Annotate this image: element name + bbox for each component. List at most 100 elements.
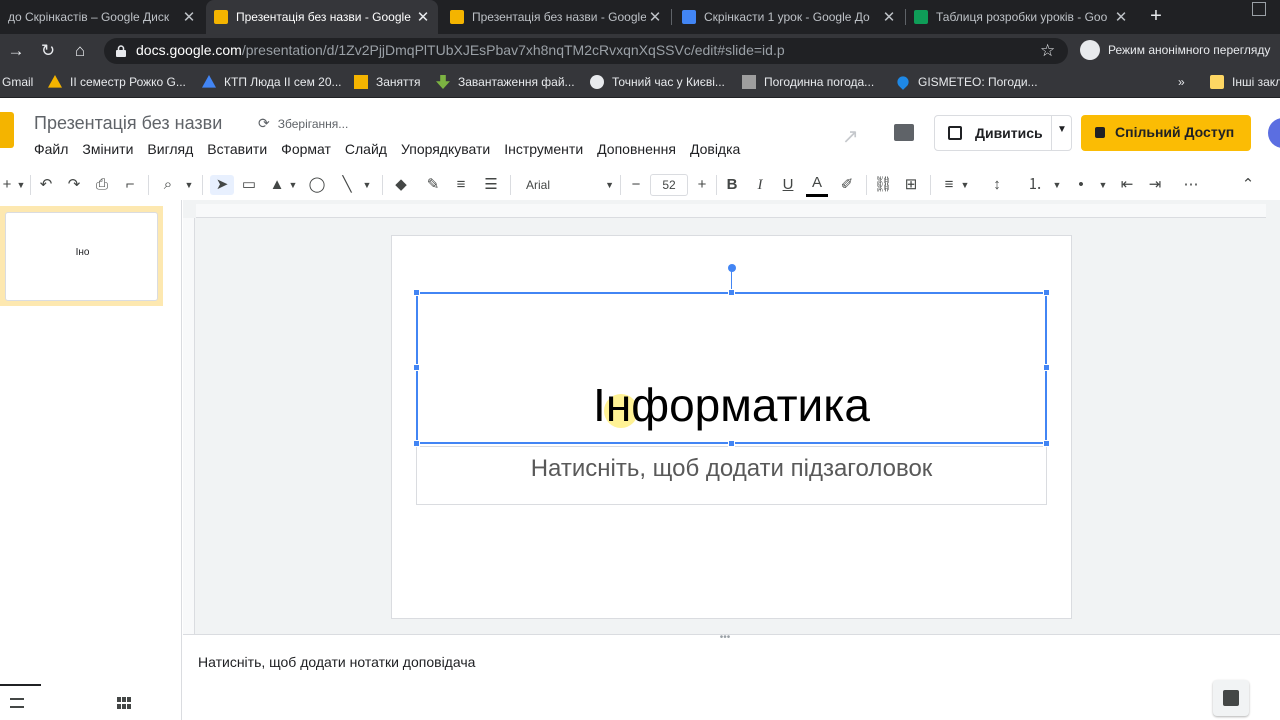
text-color-button[interactable]: A: [806, 173, 828, 193]
subtitle-placeholder[interactable]: Натисніть, щоб додати підзаголовок: [416, 455, 1047, 483]
present-button[interactable]: Дивитись ▼: [934, 115, 1072, 151]
bookmark-item[interactable]: КТП Люда ІІ сем 20...: [202, 75, 342, 89]
zoom-icon[interactable]: ⌕: [158, 175, 178, 195]
resize-handle-top-right[interactable]: [1043, 289, 1050, 296]
resize-handle-bottom-left[interactable]: [413, 440, 420, 447]
bookmarks-overflow-button[interactable]: »: [1178, 75, 1185, 89]
bookmark-star-icon[interactable]: ☆: [1040, 41, 1055, 61]
resize-handle-right[interactable]: [1043, 364, 1050, 371]
grid-view-icon[interactable]: [117, 697, 131, 709]
border-dash-icon[interactable]: ☰: [480, 175, 502, 195]
link-icon[interactable]: ⛓: [872, 175, 894, 195]
new-slide-dropdown-icon[interactable]: ▼: [16, 175, 26, 195]
undo-icon[interactable]: ↶: [36, 175, 56, 195]
speaker-notes-placeholder[interactable]: Натисніть, щоб додати нотатки доповідача: [198, 654, 475, 670]
increase-indent-icon[interactable]: ⇥: [1144, 175, 1166, 195]
url-text[interactable]: docs.google.com/presentation/d/1Zv2PjjDm…: [136, 42, 785, 58]
close-tab-icon[interactable]: ✕: [1112, 8, 1130, 26]
browser-tab-active[interactable]: Презентація без назви - Google ✕: [206, 0, 438, 34]
menu-insert[interactable]: Вставити: [207, 141, 267, 159]
highlight-color-icon[interactable]: ✐: [836, 175, 858, 195]
shape-icon[interactable]: ◯: [306, 175, 328, 195]
browser-tab[interactable]: до Скрінкастів – Google Диск ✕: [0, 0, 204, 34]
redo-icon[interactable]: ↷: [64, 175, 84, 195]
incognito-label[interactable]: Режим анонімного перегляду: [1108, 43, 1270, 57]
decrease-indent-icon[interactable]: ⇤: [1116, 175, 1138, 195]
menu-tools[interactable]: Інструменти: [504, 141, 583, 159]
horizontal-ruler[interactable]: [196, 204, 1266, 218]
new-tab-button[interactable]: +: [1144, 4, 1168, 28]
new-slide-icon[interactable]: +: [0, 175, 14, 195]
menu-slide[interactable]: Слайд: [345, 141, 387, 159]
slide-title[interactable]: Інформатика: [416, 378, 1047, 432]
select-cursor-icon[interactable]: ➤: [210, 175, 234, 195]
line-icon[interactable]: ╲: [336, 175, 358, 195]
close-tab-icon[interactable]: ✕: [880, 8, 898, 26]
browser-tab[interactable]: Скрінкасти 1 урок - Google До ✕: [674, 0, 904, 34]
menu-arrange[interactable]: Упорядкувати: [401, 141, 490, 159]
rotation-handle[interactable]: [728, 264, 736, 272]
fill-color-icon[interactable]: ◆: [390, 175, 412, 195]
align-dropdown-icon[interactable]: ▼: [960, 175, 970, 195]
line-dropdown-icon[interactable]: ▼: [362, 175, 372, 195]
menu-help[interactable]: Довідка: [690, 141, 740, 159]
explore-button[interactable]: [1213, 680, 1249, 716]
more-options-icon[interactable]: ⋯: [1180, 175, 1202, 195]
font-size-input[interactable]: 52: [650, 174, 688, 196]
bold-button[interactable]: B: [722, 175, 742, 195]
menu-addons[interactable]: Доповнення: [597, 141, 676, 159]
close-tab-icon[interactable]: ✕: [646, 8, 664, 26]
font-family-select[interactable]: Arial ▼: [520, 175, 616, 195]
print-icon[interactable]: ⎙: [92, 175, 112, 195]
resize-handle-bottom-right[interactable]: [1043, 440, 1050, 447]
menu-format[interactable]: Формат: [281, 141, 331, 159]
increase-font-size-icon[interactable]: +: [692, 175, 712, 195]
slides-logo-icon[interactable]: [0, 112, 14, 148]
underline-button[interactable]: U: [778, 175, 798, 195]
other-bookmarks-folder[interactable]: Інші закл: [1210, 75, 1280, 89]
filmstrip-view-icon[interactable]: [10, 698, 24, 708]
bulleted-list-dropdown-icon[interactable]: ▼: [1098, 175, 1108, 195]
close-tab-icon[interactable]: ✕: [180, 8, 198, 26]
close-tab-icon[interactable]: ✕: [414, 8, 432, 26]
collapse-toolbar-icon[interactable]: ⌃: [1238, 175, 1258, 195]
reload-icon[interactable]: ↻: [38, 41, 58, 61]
align-icon[interactable]: ≡: [938, 175, 960, 195]
resize-handle-left[interactable]: [413, 364, 420, 371]
resize-handle-top-left[interactable]: [413, 289, 420, 296]
numbered-list-icon[interactable]: ⒈: [1024, 175, 1046, 195]
menu-file[interactable]: Файл: [34, 141, 68, 159]
image-dropdown-icon[interactable]: ▼: [288, 175, 298, 195]
line-spacing-icon[interactable]: ↕: [986, 175, 1008, 195]
activity-trend-icon[interactable]: ↗: [842, 124, 859, 149]
menu-view[interactable]: Вигляд: [147, 141, 193, 159]
bookmark-item[interactable]: ІІ семестр Рожко G...: [48, 75, 186, 89]
paint-format-icon[interactable]: ⌐: [120, 175, 140, 195]
browser-tab[interactable]: Таблиця розробки уроків - Goo ✕: [906, 0, 1136, 34]
drag-grip-icon[interactable]: •••: [714, 633, 736, 643]
decrease-font-size-icon[interactable]: −: [626, 175, 646, 195]
vertical-ruler[interactable]: [183, 218, 195, 634]
resize-handle-top[interactable]: [728, 289, 735, 296]
document-title[interactable]: Презентація без назви: [34, 113, 222, 134]
home-icon[interactable]: ⌂: [70, 41, 90, 61]
bookmark-gmail[interactable]: Gmail: [2, 75, 33, 89]
account-avatar[interactable]: [1268, 118, 1280, 148]
italic-button[interactable]: I: [750, 175, 770, 195]
present-dropdown-icon[interactable]: ▼: [1057, 124, 1067, 135]
text-box-icon[interactable]: ▭: [238, 175, 260, 195]
bookmark-item[interactable]: Завантаження фай...: [436, 75, 575, 89]
image-icon[interactable]: ▲: [266, 175, 288, 195]
restore-window-icon[interactable]: [1252, 2, 1266, 16]
menu-edit[interactable]: Змінити: [82, 141, 133, 159]
comments-icon[interactable]: [894, 124, 914, 141]
forward-arrow-icon[interactable]: →: [6, 41, 26, 61]
resize-handle-bottom[interactable]: [728, 440, 735, 447]
bulleted-list-icon[interactable]: •: [1070, 175, 1092, 195]
share-button[interactable]: Спільний Доступ: [1081, 115, 1251, 151]
bookmark-item[interactable]: Точний час у Києві...: [590, 75, 725, 89]
border-color-icon[interactable]: ✎: [422, 175, 444, 195]
browser-tab[interactable]: Презентація без назви - Google ✕: [442, 0, 670, 34]
slide-thumbnail[interactable]: Іно: [5, 212, 158, 301]
add-comment-icon[interactable]: ⊞: [900, 175, 922, 195]
